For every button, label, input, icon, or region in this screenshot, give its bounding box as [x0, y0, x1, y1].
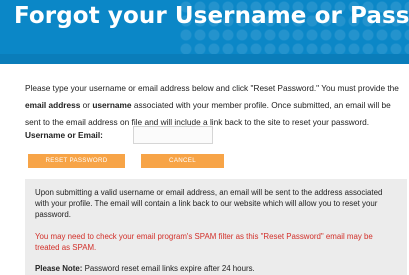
expiry-note: Please Note: Password reset email links … — [35, 263, 397, 274]
page-title: Forgot your Username or Password? — [14, 3, 409, 29]
intro-bold-username: username — [92, 100, 132, 110]
username-or-email-label: Username or Email: — [25, 129, 103, 140]
cancel-button[interactable]: CANCEL — [141, 154, 224, 168]
intro-bold-email: email address — [25, 100, 81, 110]
info-notice-box: Upon submitting a valid username or emai… — [25, 179, 407, 275]
spam-warning-text: You may need to check your email program… — [35, 232, 373, 252]
banner-bottom-shade — [0, 54, 409, 64]
expiry-note-text: Password reset email links expire after … — [82, 264, 255, 273]
username-form-row: Username or Email: — [25, 125, 213, 144]
intro-text-or: or — [80, 100, 93, 110]
username-or-email-input[interactable] — [133, 125, 213, 144]
notice-paragraph: Upon submitting a valid username or emai… — [35, 188, 383, 219]
intro-text-start: Please type your username or email addre… — [25, 83, 399, 93]
reset-password-button[interactable]: RESET PASSWORD — [28, 154, 125, 168]
expiry-note-label: Please Note: — [35, 264, 83, 273]
page-header-banner: Forgot your Username or Password? — [0, 0, 409, 64]
intro-text: Please type your username or email addre… — [25, 80, 407, 131]
